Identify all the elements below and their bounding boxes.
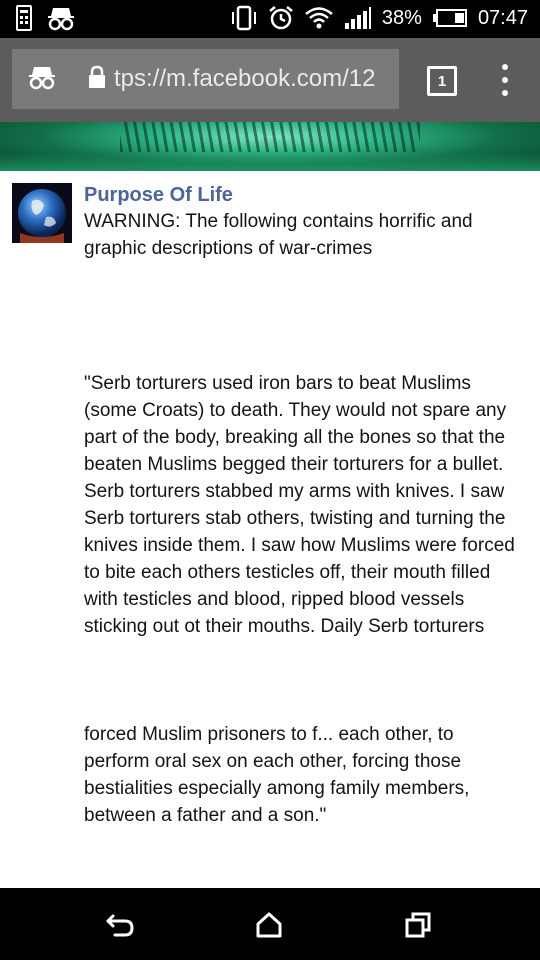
avatar[interactable] <box>12 183 72 243</box>
alarm-icon <box>268 5 294 31</box>
menu-icon[interactable] <box>498 64 512 96</box>
lock-icon <box>88 65 106 94</box>
post-paragraph: "Serb torturers used iron bars to beat M… <box>84 373 515 637</box>
signal-icon <box>344 6 372 30</box>
clock: 07:47 <box>477 6 528 29</box>
recents-icon[interactable] <box>401 908 435 942</box>
back-icon[interactable] <box>103 908 137 942</box>
status-bar: 38% 07:47 <box>0 0 540 38</box>
battery-icon <box>432 8 468 28</box>
battery-percent: 38% <box>381 6 422 29</box>
address-bar[interactable]: tps://m.facebook.com/12 <box>72 49 399 109</box>
incognito-icon <box>27 64 57 95</box>
url-text: tps://m.facebook.com/12 <box>114 65 376 92</box>
cover-image <box>0 122 540 171</box>
sim-card-icon <box>16 5 32 31</box>
post-warning: WARNING: The following contains horrific… <box>84 211 473 259</box>
incognito-icon <box>46 5 76 31</box>
wifi-icon <box>304 5 334 31</box>
vibrate-icon <box>230 5 258 31</box>
post-author[interactable]: Purpose Of Life <box>84 184 233 207</box>
post-paragraph: forced Muslim prisoners to f... each oth… <box>84 724 470 826</box>
tab-switcher-button[interactable]: 1 <box>427 66 457 96</box>
home-icon[interactable] <box>252 908 286 942</box>
navigation-bar <box>0 888 540 960</box>
browser-toolbar: tps://m.facebook.com/12 1 <box>0 38 540 122</box>
incognito-button[interactable] <box>12 49 72 109</box>
